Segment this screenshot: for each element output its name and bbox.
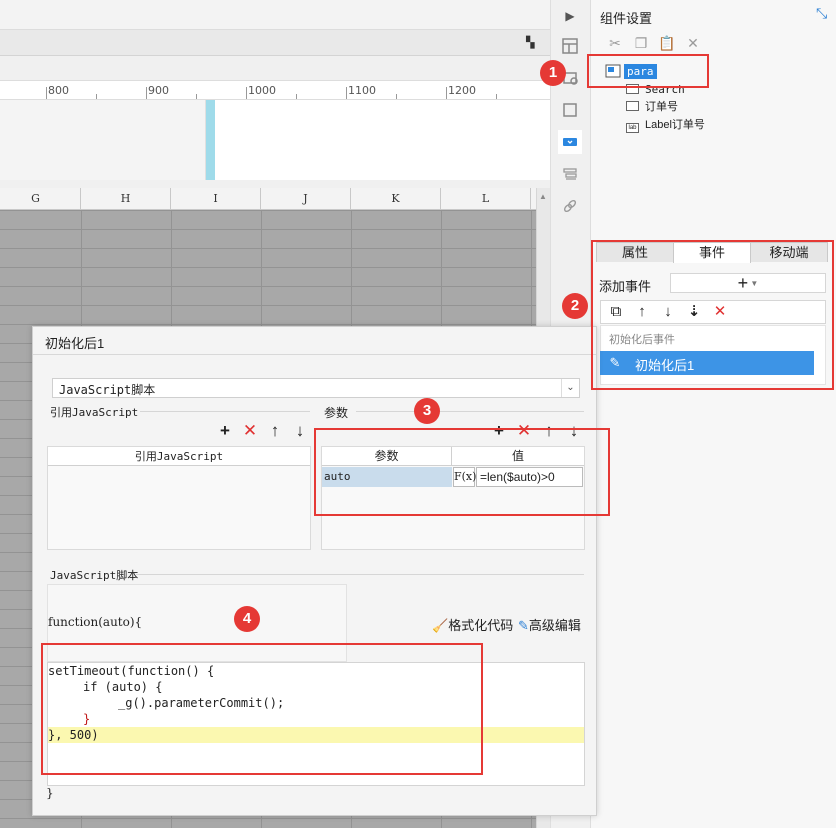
annotation-box-4	[41, 643, 483, 775]
component-settings-panel	[590, 0, 836, 232]
textbox-icon	[626, 101, 639, 111]
ruler-tick	[146, 87, 147, 99]
canvas-margin	[0, 100, 206, 180]
divider	[33, 354, 596, 355]
annotation-box-1	[587, 54, 709, 88]
label-widget-icon: lab	[626, 123, 639, 133]
ruler-tick	[346, 87, 347, 99]
paste-icon[interactable]: 📋	[658, 35, 676, 51]
tree-node-label: 订单号	[645, 101, 678, 113]
parameter-panel-icon[interactable]	[558, 130, 582, 154]
canvas-guide	[206, 100, 215, 180]
divider	[356, 411, 584, 412]
horizontal-ruler: 800 900 1000 1100 1200	[0, 80, 550, 100]
column-header-bar: G H I J K L	[0, 188, 536, 210]
ruler-tick	[396, 94, 397, 99]
ruler-tick	[46, 87, 47, 99]
divider	[140, 411, 310, 412]
advanced-edit-button[interactable]: ✎高级编辑	[518, 615, 581, 634]
column-header-j[interactable]: J	[261, 188, 351, 210]
table-layout-icon[interactable]	[558, 34, 582, 58]
script-section-label: JavaScript脚本	[50, 569, 139, 582]
tree-node-order-number[interactable]: 订单号	[626, 99, 678, 115]
remove-ref-icon[interactable]: ✕	[242, 422, 258, 440]
ruler-label: 1000	[248, 84, 276, 97]
link-icon[interactable]	[558, 194, 582, 218]
ruler-tick	[96, 94, 97, 99]
params-section-label: 参数	[324, 406, 349, 420]
cut-icon[interactable]: ✂	[606, 35, 624, 51]
ref-js-section-label: 引用JavaScript	[50, 406, 139, 419]
collapse-arrow-icon[interactable]: ⤡	[816, 6, 830, 20]
column-header-i[interactable]: I	[171, 188, 261, 210]
script-type-value: JavaScript脚本	[59, 383, 156, 397]
annotation-badge-1: 1	[540, 60, 566, 86]
column-header-g[interactable]: G	[0, 188, 81, 210]
add-ref-icon[interactable]: +	[217, 422, 233, 440]
designer-toolbar: ▚	[0, 30, 550, 56]
panel-title: 组件设置	[600, 11, 653, 26]
ruler-tick	[296, 94, 297, 99]
column-header-l[interactable]: L	[441, 188, 531, 210]
ruler-tick	[196, 94, 197, 99]
annotation-box-3	[314, 428, 610, 516]
dialog-title: 初始化后1	[45, 336, 105, 351]
column-header-k[interactable]: K	[351, 188, 441, 210]
ruler-tick	[446, 87, 447, 99]
script-type-select[interactable]: JavaScript脚本 ⌄	[52, 378, 580, 398]
ruler-label: 1100	[348, 84, 376, 97]
tree-node-label: Label订单号	[645, 119, 705, 131]
column-header-h[interactable]: H	[81, 188, 171, 210]
annotation-badge-2: 2	[562, 293, 588, 319]
scroll-up-arrow-icon[interactable]: ▲	[538, 192, 548, 202]
copy-icon[interactable]: ❐	[632, 35, 650, 51]
advanced-edit-label: 高级编辑	[528, 618, 581, 633]
function-closing-brace: }	[46, 786, 54, 800]
ruler-label: 1200	[448, 84, 476, 97]
ruler-label: 900	[148, 84, 169, 97]
edit-icon: ✎	[518, 618, 529, 633]
ref-js-column-header: 引用JavaScript	[48, 447, 310, 466]
divider	[136, 574, 584, 575]
format-code-label: 格式化代码	[448, 618, 514, 633]
annotation-box-2	[591, 240, 834, 390]
annotation-badge-3: 3	[414, 398, 440, 424]
ruler-tick	[496, 94, 497, 99]
annotation-badge-4: 4	[234, 606, 260, 632]
ref-move-up-icon[interactable]: ↑	[267, 422, 283, 440]
ruler-tick	[246, 87, 247, 99]
pin-icon[interactable]: ▚	[526, 37, 538, 49]
top-strip	[0, 0, 550, 30]
chevron-down-icon: ⌄	[561, 379, 579, 397]
expand-arrow-icon[interactable]: ▶	[558, 4, 582, 28]
list-icon[interactable]	[558, 162, 582, 186]
format-code-button[interactable]: 🧹格式化代码	[432, 615, 513, 634]
ruler-label: 800	[48, 84, 69, 97]
broom-icon: 🧹	[432, 618, 449, 633]
tree-node-label-order-number[interactable]: lab Label订单号	[626, 117, 705, 133]
delete-icon[interactable]: ✕	[684, 35, 702, 51]
function-signature: function(auto){	[48, 615, 143, 629]
frame-icon[interactable]	[558, 98, 582, 122]
ref-move-down-icon[interactable]: ↓	[292, 422, 308, 440]
